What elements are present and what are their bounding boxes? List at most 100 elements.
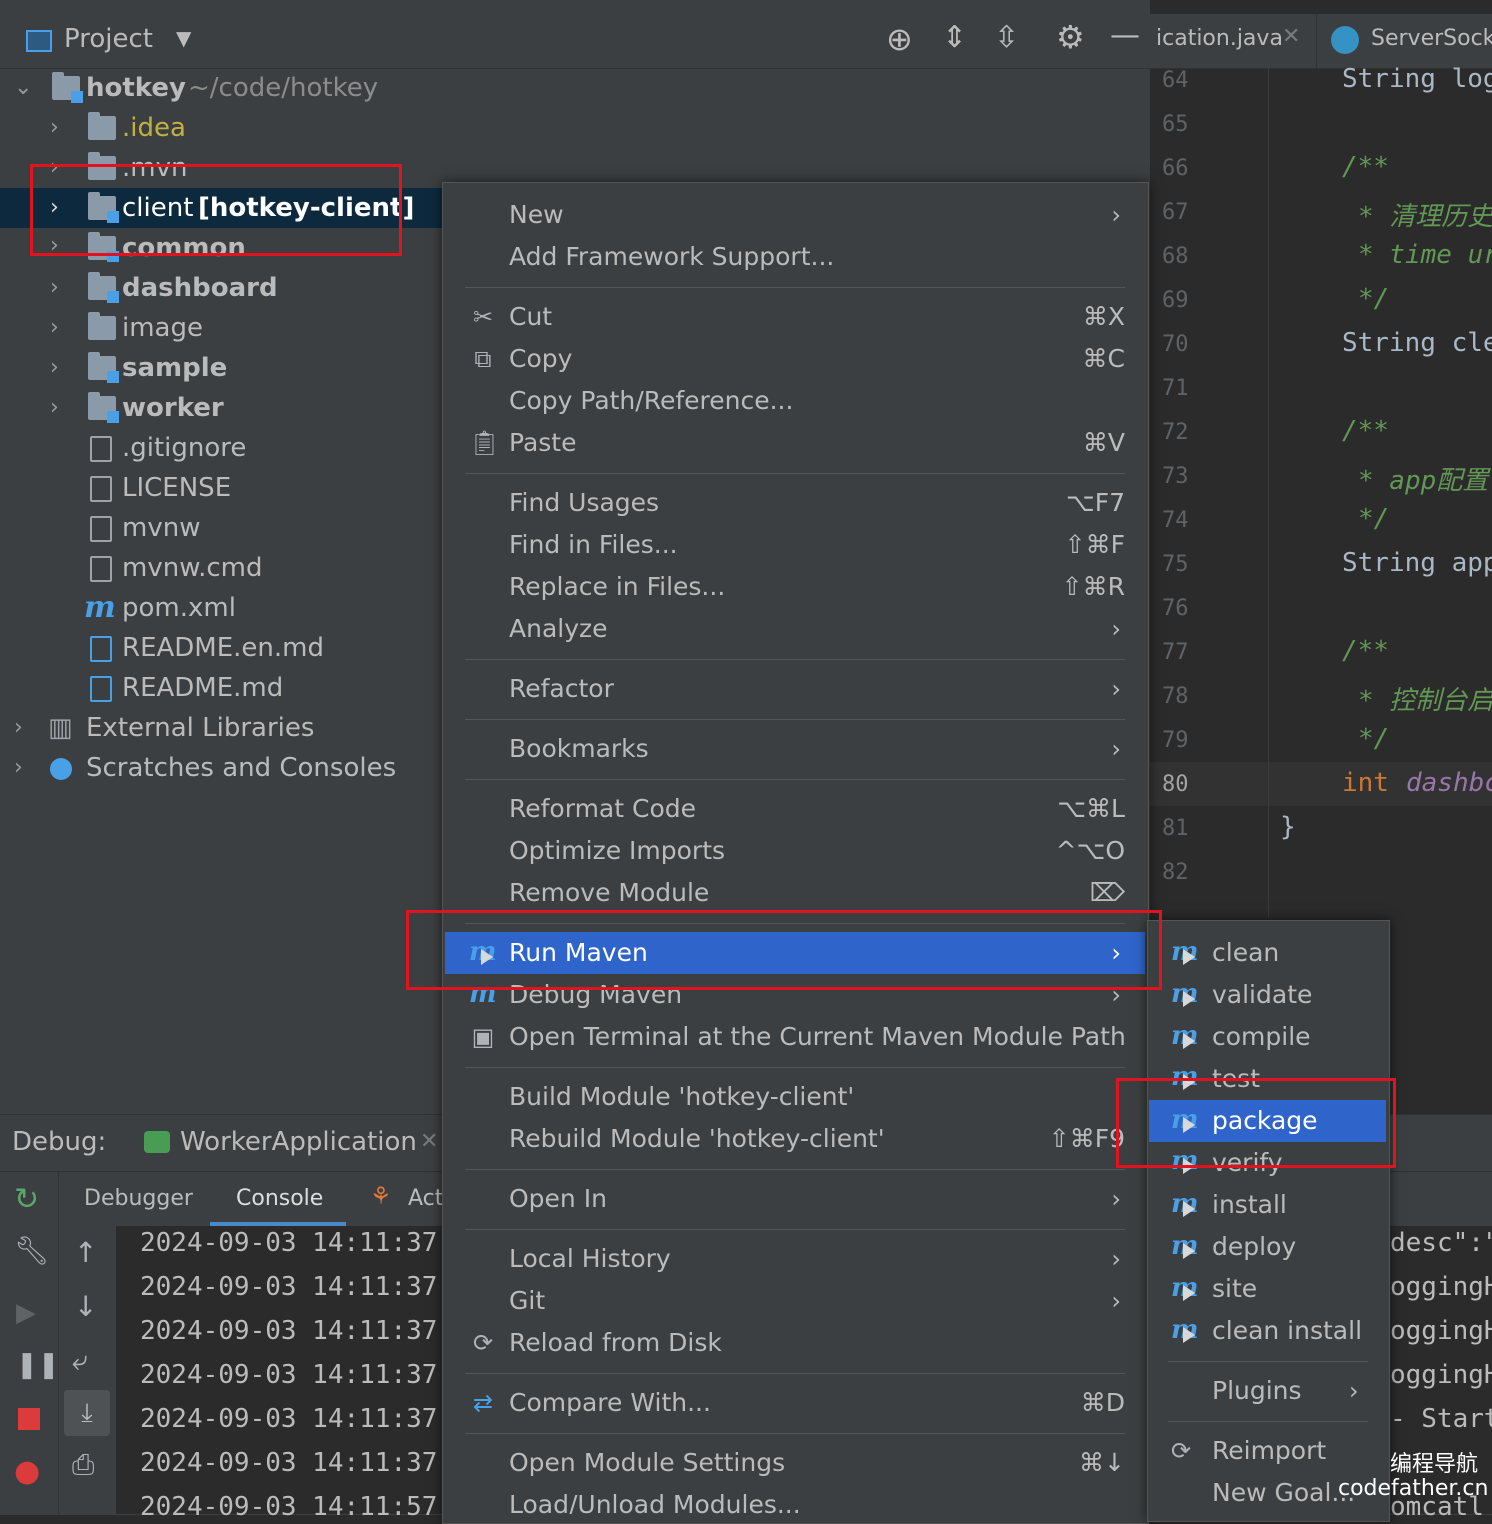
menu-item-analyze[interactable]: Analyze ›	[445, 608, 1145, 650]
menu-item-label: Replace in Files...	[509, 572, 726, 601]
menu-separator	[465, 1067, 1125, 1068]
menu-item-rebuild-module[interactable]: Rebuild Module 'hotkey-client' ⇧⌘F9	[445, 1118, 1145, 1160]
menu-item-reformat-code[interactable]: Reformat Code ⌥⌘L	[445, 788, 1145, 830]
menu-item-refactor[interactable]: Refactor ›	[445, 668, 1145, 710]
close-icon[interactable]: ✕	[420, 1129, 438, 1154]
menu-item-load-unload-modules[interactable]: Load/Unload Modules...	[445, 1484, 1145, 1514]
tree-item-pom[interactable]: m pom.xml	[0, 588, 442, 628]
scroll-to-end-icon[interactable]: ⤓	[64, 1390, 110, 1436]
menu-item-remove-module[interactable]: Remove Module ⌦	[445, 872, 1145, 914]
soft-wrap-icon[interactable]: ⤶	[72, 1344, 88, 1378]
tree-item-external-libraries[interactable]: › ▥ External Libraries	[0, 708, 442, 748]
close-icon[interactable]: ✕	[1282, 24, 1300, 49]
resume-icon[interactable]: ▶	[16, 1298, 36, 1328]
menu-separator	[465, 473, 1125, 474]
project-view-title[interactable]: Project	[64, 24, 153, 54]
maven-reimport[interactable]: ⟳ Reimport	[1149, 1430, 1386, 1472]
chevron-down-icon[interactable]: ▼	[176, 26, 191, 50]
line-number: 68	[1162, 244, 1189, 269]
tree-item-hotkey[interactable]: ⌄ hotkey ~/code/hotkey	[0, 68, 442, 108]
chevron-down-icon[interactable]: ⌄	[14, 68, 32, 108]
tab-application-java[interactable]: ication.java ✕	[1150, 14, 1312, 68]
maven-goal-compile[interactable]: m compile	[1149, 1016, 1386, 1058]
arrow-down-icon[interactable]: ↓	[74, 1290, 97, 1323]
print-icon[interactable]: ⎙	[72, 1448, 94, 1482]
tree-item-dashboard[interactable]: › dashboard	[0, 268, 442, 308]
tree-item-license[interactable]: LICENSE	[0, 468, 442, 508]
menu-item-paste[interactable]: 📋︎ Paste ⌘V	[445, 422, 1145, 464]
arrow-up-icon[interactable]: ↑	[74, 1236, 97, 1269]
menu-item-build-module[interactable]: Build Module 'hotkey-client'	[445, 1076, 1145, 1118]
chevron-right-icon[interactable]: ›	[50, 108, 59, 148]
maven-goal-deploy[interactable]: m deploy	[1149, 1226, 1386, 1268]
maven-plugins[interactable]: Plugins ›	[1149, 1370, 1386, 1412]
menu-item-reload-from-disk[interactable]: ⟳ Reload from Disk	[445, 1322, 1145, 1364]
menu-item-bookmarks[interactable]: Bookmarks ›	[445, 728, 1145, 770]
chevron-right-icon[interactable]: ›	[14, 748, 23, 788]
console-line-tail: oggingH	[1390, 1272, 1492, 1302]
chevron-right-icon[interactable]: ›	[50, 388, 59, 428]
pause-icon[interactable]: ❚❚	[16, 1350, 60, 1380]
maven-goal-validate[interactable]: m validate	[1149, 974, 1386, 1016]
tree-item-scratches[interactable]: › Scratches and Consoles	[0, 748, 442, 788]
menu-item-find-in-files[interactable]: Find in Files... ⇧⌘F	[445, 524, 1145, 566]
menu-item-copy[interactable]: ⧉ Copy ⌘C	[445, 338, 1145, 380]
chevron-right-icon[interactable]: ›	[50, 268, 59, 308]
debug-config-tab[interactable]: WorkerApplication	[180, 1127, 417, 1157]
tree-item-sample[interactable]: › sample	[0, 348, 442, 388]
menu-separator	[465, 719, 1125, 720]
tree-item-readme-en[interactable]: README.en.md	[0, 628, 442, 668]
tab-actuator[interactable]: Act	[408, 1186, 443, 1211]
menu-item-label: Git	[509, 1286, 546, 1315]
chevron-right-icon[interactable]: ›	[14, 708, 23, 748]
tree-item-gitignore[interactable]: .gitignore	[0, 428, 442, 468]
console-line: 2024-09-03 14:11:37	[140, 1360, 438, 1390]
menu-item-local-history[interactable]: Local History ›	[445, 1238, 1145, 1280]
tree-item-readme[interactable]: README.md	[0, 668, 442, 708]
chevron-right-icon[interactable]: ›	[50, 348, 59, 388]
locate-icon[interactable]: ⊕	[886, 20, 913, 58]
tab-console[interactable]: Console	[236, 1186, 323, 1211]
menu-item-open-in[interactable]: Open In ›	[445, 1178, 1145, 1220]
tree-item-image[interactable]: › image	[0, 308, 442, 348]
menu-item-shortcut: ⌘V	[1082, 428, 1125, 457]
menu-item-open-terminal-maven[interactable]: ▣ Open Terminal at the Current Maven Mod…	[445, 1016, 1145, 1058]
menu-item-find-usages[interactable]: Find Usages ⌥F7	[445, 482, 1145, 524]
menu-item-git[interactable]: Git ›	[445, 1280, 1145, 1322]
menu-item-open-module-settings[interactable]: Open Module Settings ⌘↓	[445, 1442, 1145, 1484]
menu-item-cut[interactable]: ✂ Cut ⌘X	[445, 296, 1145, 338]
menu-separator	[465, 1229, 1125, 1230]
menu-item-shortcut: ⌦	[1089, 878, 1125, 907]
menu-item-label: Copy	[509, 344, 573, 373]
tree-item-worker[interactable]: › worker	[0, 388, 442, 428]
tab-server-socket[interactable]: ServerSocke	[1316, 14, 1492, 68]
breakpoints-icon[interactable]: ●	[14, 1454, 40, 1489]
tree-item-mvnw-cmd[interactable]: mvnw.cmd	[0, 548, 442, 588]
minimize-icon[interactable]: —	[1110, 18, 1140, 53]
stop-icon[interactable]	[18, 1408, 40, 1430]
line-number: 66	[1162, 156, 1189, 181]
line-number: 65	[1162, 112, 1189, 137]
expand-all-icon[interactable]: ⇕	[942, 20, 967, 55]
collapse-all-icon[interactable]: ⇳	[994, 20, 1019, 55]
menu-item-label: Find in Files...	[509, 530, 678, 559]
tree-item-idea[interactable]: › .idea	[0, 108, 442, 148]
menu-item-compare-with[interactable]: ⇄ Compare With... ⌘D	[445, 1382, 1145, 1424]
menu-item-copy-path[interactable]: Copy Path/Reference...	[445, 380, 1145, 422]
wrench-icon[interactable]: 🔧︎	[14, 1234, 50, 1267]
maven-goal-clean[interactable]: m clean	[1149, 932, 1386, 974]
gear-icon[interactable]: ⚙	[1056, 18, 1085, 56]
menu-item-replace-in-files[interactable]: Replace in Files... ⇧⌘R	[445, 566, 1145, 608]
maven-goal-site[interactable]: m site	[1149, 1268, 1386, 1310]
menu-item-label: Compare With...	[509, 1388, 711, 1417]
menu-item-add-framework-support[interactable]: Add Framework Support...	[445, 236, 1145, 278]
rerun-icon[interactable]: ↻	[14, 1182, 39, 1217]
menu-item-new[interactable]: New ›	[445, 194, 1145, 236]
console-line: 2024-09-03 14:11:37	[140, 1448, 438, 1478]
menu-item-optimize-imports[interactable]: Optimize Imports ^⌥O	[445, 830, 1145, 872]
chevron-right-icon[interactable]: ›	[50, 308, 59, 348]
tree-item-mvnw[interactable]: mvnw	[0, 508, 442, 548]
tab-debugger[interactable]: Debugger	[84, 1186, 193, 1211]
maven-goal-clean-install[interactable]: m clean install	[1149, 1310, 1386, 1352]
maven-goal-install[interactable]: m install	[1149, 1184, 1386, 1226]
